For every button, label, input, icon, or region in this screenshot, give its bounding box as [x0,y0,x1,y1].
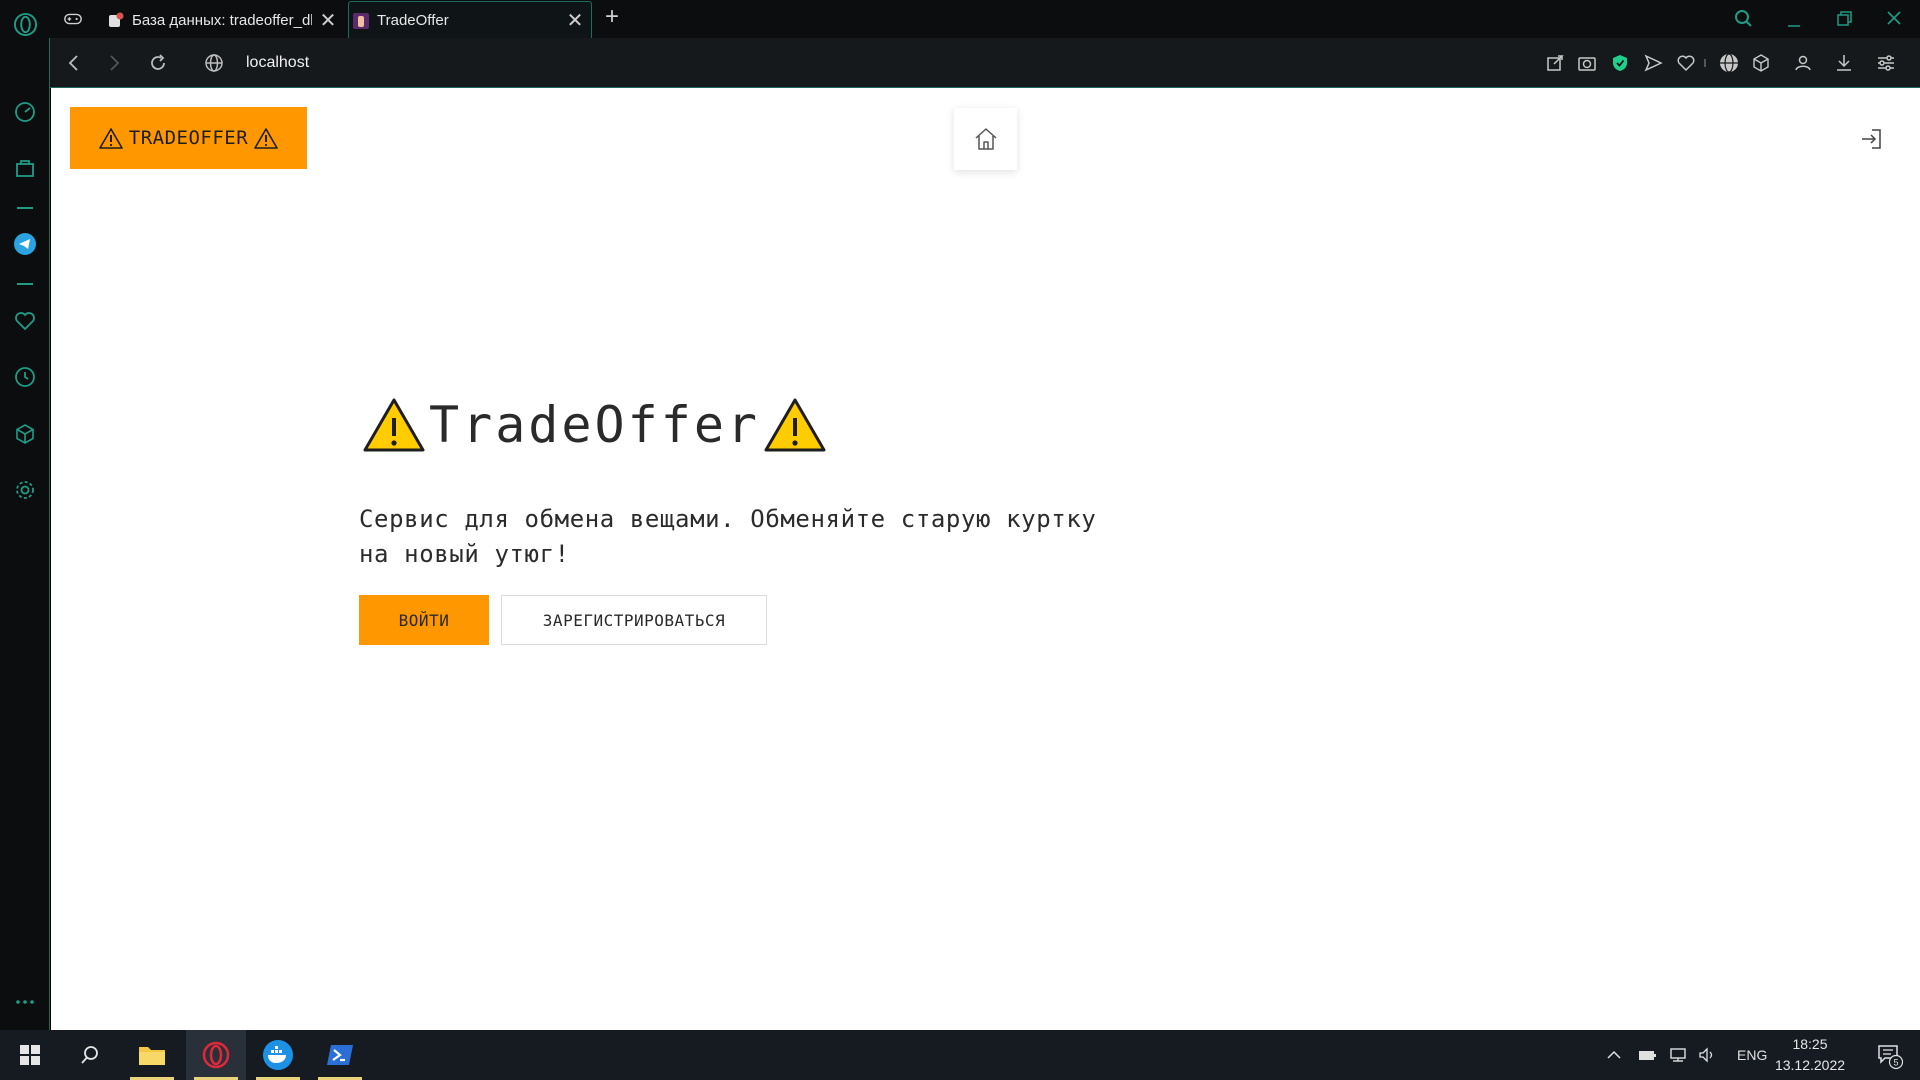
search-icon [81,1046,98,1064]
easy-setup-icon[interactable] [1875,52,1897,74]
tradeoffer-favicon-icon [353,12,369,29]
hero-actions: ВОЙТИ ЗАРЕГИСТРИРОВАТЬСЯ [359,595,1179,645]
download-icon[interactable] [1833,52,1855,74]
sidebar-divider [17,207,33,209]
action-center-button[interactable]: 5 [1860,1030,1920,1080]
brand-label: TRADEOFFER [128,127,249,149]
notification-icon: 5 [1878,1045,1904,1070]
taskbar-opera[interactable] [186,1030,246,1080]
address-bar: localhost [50,38,1920,88]
toolbar-divider [1704,59,1706,67]
back-icon[interactable] [62,51,86,75]
database-favicon-icon [109,12,124,27]
page-content: TRADEOFFER TradeOffer Сервис для обмена … [51,88,1920,1030]
taskbar-docker[interactable] [248,1030,308,1080]
windows-icon [20,1045,40,1065]
vpn-globe-icon[interactable] [1718,52,1740,74]
warning-icon [764,398,826,452]
hero-section: TradeOffer Сервис для обмена вещами. Обм… [359,385,1179,645]
send-icon[interactable] [1642,52,1664,74]
hero-description: Сервис для обмена вещами. Обменяйте стар… [359,505,1097,568]
heart-icon[interactable] [13,309,37,333]
browser-tab-bar: База данных: tradeoffer_db ✕ TradeOffer … [0,0,1920,39]
restore-icon[interactable] [1830,6,1858,32]
history-icon[interactable] [13,365,37,389]
battery-icon[interactable] [1637,1046,1657,1064]
hero-title-row: TradeOffer [359,385,1179,465]
folder-icon [139,1047,165,1065]
notification-count: 5 [1893,1058,1898,1068]
hero-title: TradeOffer [429,396,761,454]
taskbar-clock[interactable]: 18:25 13.12.2022 [1770,1034,1850,1076]
close-window-icon[interactable] [1880,6,1908,32]
start-button[interactable] [0,1030,60,1080]
share-icon[interactable] [1544,52,1566,74]
brand-logo-button[interactable]: TRADEOFFER [70,107,307,169]
minimize-icon[interactable] [1780,6,1808,32]
home-button[interactable] [954,108,1017,170]
url-field[interactable]: localhost [246,54,309,72]
tab-database[interactable]: База данных: tradeoffer_db ✕ [104,2,344,38]
shopping-icon[interactable] [13,156,37,180]
warning-icon [98,128,123,149]
logout-icon [1862,129,1881,149]
system-tray: ENG [1605,1030,1767,1080]
opera-browser-icon [202,1041,230,1069]
powershell-icon [327,1045,353,1065]
taskbar-explorer[interactable] [122,1030,182,1080]
bookmark-heart-icon[interactable] [1675,52,1697,74]
settings-gear-icon[interactable] [13,478,37,502]
login-exit-button[interactable] [1858,126,1884,152]
reload-icon[interactable] [146,51,170,75]
opera-logo-icon[interactable] [13,12,38,37]
sidebar-divider [17,283,33,285]
warning-icon [363,398,425,452]
tab-title: База данных: tradeoffer_db [132,11,312,29]
language-indicator[interactable]: ENG [1737,1047,1767,1063]
windows-taskbar: ENG 18:25 13.12.2022 5 [0,1030,1920,1080]
profile-icon[interactable] [1792,52,1814,74]
speed-dial-icon[interactable] [13,100,37,124]
register-button[interactable]: ЗАРЕГИСТРИРОВАТЬСЯ [501,595,767,645]
docker-icon [263,1040,293,1070]
globe-icon[interactable] [202,51,226,75]
search-tabs-icon[interactable] [1730,6,1758,32]
network-icon[interactable] [1667,1046,1689,1064]
tab-close-button[interactable]: ✕ [312,8,344,33]
clock-time: 18:25 [1792,1036,1828,1052]
taskbar-powershell[interactable] [310,1030,370,1080]
extensions-icon[interactable] [1750,52,1772,74]
camera-icon[interactable] [1576,52,1598,74]
taskbar-search-button[interactable] [60,1030,120,1080]
extensions-cube-icon[interactable] [13,422,37,446]
forward-icon[interactable] [102,51,126,75]
home-icon [974,128,997,150]
clock-date: 13.12.2022 [1774,1057,1846,1073]
new-tab-button[interactable]: + [600,5,624,30]
browser-sidebar [0,38,50,1030]
vpn-shield-icon[interactable] [1609,52,1631,74]
tab-title: TradeOffer [377,12,449,29]
warning-icon [254,128,278,149]
volume-icon[interactable] [1697,1046,1719,1064]
tab-tradeoffer[interactable]: TradeOffer ✕ [348,1,592,39]
gamepad-icon[interactable] [63,10,83,28]
login-button[interactable]: ВОЙТИ [359,595,489,645]
more-dots-icon[interactable] [13,990,37,1014]
chevron-up-icon[interactable] [1605,1046,1623,1064]
telegram-icon[interactable] [13,232,37,256]
tab-close-button[interactable]: ✕ [559,8,591,33]
